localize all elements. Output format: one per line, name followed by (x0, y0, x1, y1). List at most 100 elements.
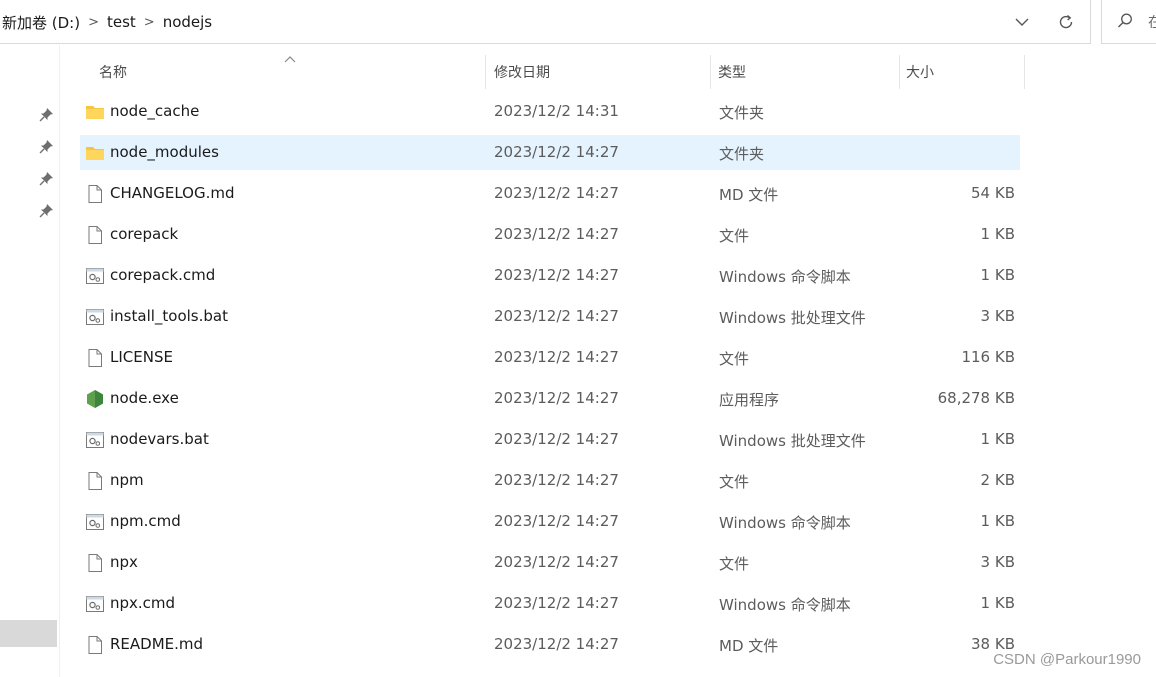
script-icon (85, 512, 105, 532)
file-type: Windows 命令脚本 (719, 596, 851, 614)
pin-icon[interactable] (38, 203, 54, 219)
file-type: Windows 命令脚本 (719, 268, 851, 286)
breadcrumb-nodejs[interactable]: nodejs (157, 13, 218, 31)
file-size: 1 KB (980, 430, 1015, 448)
column-header-size-label: 大小 (906, 65, 934, 81)
file-row[interactable]: CHANGELOG.md 2023/12/2 14:27 MD 文件 54 KB (80, 176, 1020, 211)
file-size: 1 KB (980, 266, 1015, 284)
column-header-name[interactable]: 名称 (99, 55, 479, 89)
column-divider[interactable] (710, 55, 711, 89)
breadcrumb-separator[interactable]: > (86, 15, 101, 30)
column-header-type-label: 类型 (718, 65, 746, 81)
file-name: npm.cmd (110, 512, 181, 530)
file-row[interactable]: README.md 2023/12/2 14:27 MD 文件 38 KB (80, 627, 1020, 662)
file-type: Windows 命令脚本 (719, 514, 851, 532)
file-date: 2023/12/2 14:27 (494, 225, 619, 243)
script-icon (85, 266, 105, 286)
pin-icon[interactable] (38, 139, 54, 155)
file-row[interactable]: install_tools.bat 2023/12/2 14:27 Windows … (80, 299, 1020, 334)
breadcrumb-drive[interactable]: 新加卷 (D:) (2, 12, 86, 33)
file-row[interactable]: npm 2023/12/2 14:27 文件 2 KB (80, 463, 1020, 498)
file-icon (85, 348, 105, 368)
file-name: README.md (110, 635, 204, 653)
file-row[interactable]: LICENSE 2023/12/2 14:27 文件 116 KB (80, 340, 1020, 375)
file-type: Windows 批处理文件 (719, 432, 866, 450)
file-name: CHANGELOG.md (110, 184, 235, 202)
file-type: 文件 (719, 555, 750, 573)
script-icon (85, 430, 105, 450)
file-date: 2023/12/2 14:27 (494, 348, 619, 366)
folder-icon (85, 102, 105, 122)
pin-icon[interactable] (38, 171, 54, 187)
breadcrumb-separator[interactable]: > (142, 15, 157, 30)
file-date: 2023/12/2 14:31 (494, 102, 619, 120)
nodejs-icon (85, 389, 105, 409)
script-icon (85, 594, 105, 614)
file-type: 文件 (719, 350, 750, 368)
file-icon (85, 471, 105, 491)
file-size: 2 KB (980, 471, 1015, 489)
file-date: 2023/12/2 14:27 (494, 307, 619, 325)
file-name: nodevars.bat (110, 430, 209, 448)
file-date: 2023/12/2 14:27 (494, 512, 619, 530)
file-date: 2023/12/2 14:27 (494, 184, 619, 202)
file-type: MD 文件 (719, 186, 779, 204)
file-size: 1 KB (980, 225, 1015, 243)
column-divider[interactable] (899, 55, 900, 89)
file-icon (85, 225, 105, 245)
file-size: 3 KB (980, 553, 1015, 571)
file-row[interactable]: corepack 2023/12/2 14:27 文件 1 KB (80, 217, 1020, 252)
search-input[interactable]: 在 (1101, 0, 1156, 44)
column-divider[interactable] (485, 55, 486, 89)
column-header-type[interactable]: 类型 (718, 55, 893, 89)
column-header-size[interactable]: 大小 (906, 55, 1016, 89)
address-bar[interactable]: 新加卷 (D:) > test > nodejs (0, 0, 1091, 44)
file-date: 2023/12/2 14:27 (494, 430, 619, 448)
file-type: 文件夹 (719, 145, 765, 163)
file-size: 1 KB (980, 594, 1015, 612)
file-name: corepack (110, 225, 179, 243)
file-size: 3 KB (980, 307, 1015, 325)
file-date: 2023/12/2 14:27 (494, 266, 619, 284)
refresh-icon (1059, 14, 1073, 29)
file-row[interactable]: npx 2023/12/2 14:27 文件 3 KB (80, 545, 1020, 580)
file-name: LICENSE (110, 348, 173, 366)
file-row[interactable]: node_cache 2023/12/2 14:31 文件夹 (80, 94, 1020, 129)
file-date: 2023/12/2 14:27 (494, 553, 619, 571)
file-date: 2023/12/2 14:27 (494, 143, 619, 161)
file-row[interactable]: corepack.cmd 2023/12/2 14:27 Windows 命令脚本 1… (80, 258, 1020, 293)
file-size: 116 KB (961, 348, 1015, 366)
file-name: npx (110, 553, 138, 571)
file-date: 2023/12/2 14:27 (494, 389, 619, 407)
search-icon (1116, 12, 1134, 34)
watermark: CSDN @Parkour1990 (993, 651, 1141, 668)
refresh-button[interactable] (1051, 7, 1081, 37)
file-type: 文件 (719, 473, 750, 491)
file-row[interactable]: nodevars.bat 2023/12/2 14:27 Windows 批处理文件… (80, 422, 1020, 457)
pin-icon[interactable] (38, 107, 54, 123)
file-row[interactable]: node.exe 2023/12/2 14:27 应用程序 68,278 KB (80, 381, 1020, 416)
file-date: 2023/12/2 14:27 (494, 471, 619, 489)
file-row[interactable]: node_modules 2023/12/2 14:27 文件夹 (80, 135, 1020, 170)
file-name: corepack.cmd (110, 266, 216, 284)
file-size: 68,278 KB (937, 389, 1015, 407)
column-header-date[interactable]: 修改日期 (494, 55, 704, 89)
nav-item-selected[interactable] (0, 620, 57, 647)
breadcrumb-test[interactable]: test (101, 13, 142, 31)
file-date: 2023/12/2 14:27 (494, 635, 619, 653)
file-type: Windows 批处理文件 (719, 309, 866, 327)
column-divider[interactable] (1024, 55, 1025, 89)
file-icon (85, 184, 105, 204)
search-placeholder: 在 (1148, 15, 1156, 31)
file-name: node_cache (110, 102, 200, 120)
column-header-date-label: 修改日期 (494, 65, 550, 81)
navigation-pane (0, 45, 60, 677)
file-name: install_tools.bat (110, 307, 228, 325)
file-list: node_cache 2023/12/2 14:31 文件夹 node_modules… (80, 94, 1020, 668)
address-dropdown-button[interactable] (1007, 7, 1037, 37)
file-row[interactable]: npm.cmd 2023/12/2 14:27 Windows 命令脚本 1 KB (80, 504, 1020, 539)
file-row[interactable]: npx.cmd 2023/12/2 14:27 Windows 命令脚本 1 KB (80, 586, 1020, 621)
file-type: 文件 (719, 227, 750, 245)
file-type: 文件夹 (719, 104, 765, 122)
file-size: 54 KB (971, 184, 1015, 202)
